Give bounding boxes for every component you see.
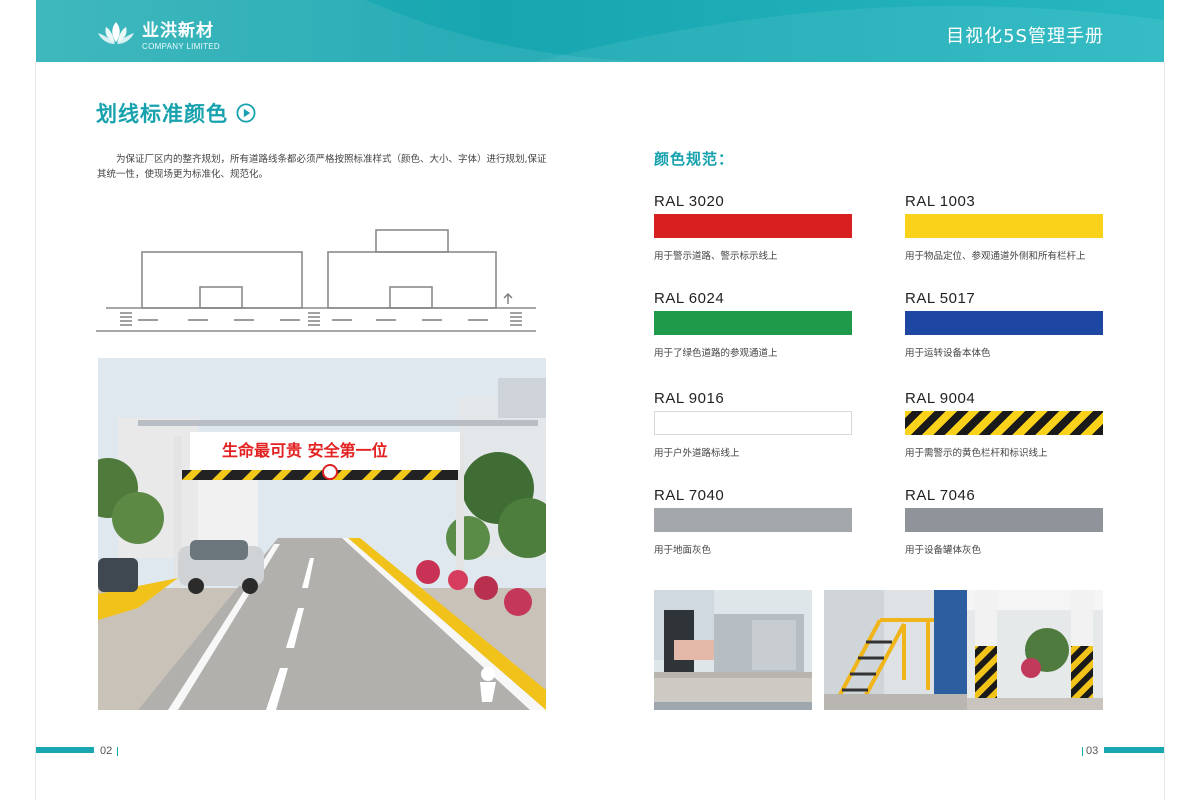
swatch-ral-6024: RAL 6024 用于了绿色道路的参观通道上 bbox=[654, 289, 854, 359]
lotus-logo-icon bbox=[98, 22, 134, 44]
road-photo-illustration: 生命最可贵 安全第一位 bbox=[98, 358, 546, 710]
color-swatch bbox=[905, 508, 1103, 532]
photo-yellow-stairs bbox=[824, 590, 982, 710]
photo-striped-pillars bbox=[967, 590, 1103, 710]
manual-title: 目视化5S管理手册 bbox=[946, 26, 1104, 47]
photo-equipment-tanks bbox=[654, 590, 812, 710]
color-swatch bbox=[905, 311, 1103, 335]
equipment-tanks-illustration bbox=[654, 590, 812, 710]
brand-subtitle: COMPANY LIMITED bbox=[142, 42, 220, 51]
swatch-ral-9016: RAL 9016 用于户外道路标线上 bbox=[654, 389, 854, 459]
striped-pillars-illustration bbox=[967, 590, 1103, 710]
swatch-description: 用于物品定位、参观通道外侧和所有栏杆上 bbox=[905, 251, 1086, 262]
footer-tick-left bbox=[117, 747, 118, 756]
page-edge-right bbox=[1164, 62, 1165, 800]
swatch-description: 用于需警示的黄色栏杆和标识线上 bbox=[905, 448, 1048, 459]
swatch-ral-3020: RAL 3020 用于警示道路、警示标示线上 bbox=[654, 192, 854, 262]
page-number-right: 03 bbox=[1086, 745, 1099, 757]
swatch-description: 用于地面灰色 bbox=[654, 545, 712, 556]
play-circle-icon bbox=[236, 103, 256, 123]
ral-code: RAL 7040 bbox=[654, 487, 725, 504]
ral-code: RAL 6024 bbox=[654, 290, 725, 307]
color-spec-title: 颜色规范： bbox=[654, 150, 735, 168]
swatch-description: 用于警示道路、警示标示线上 bbox=[654, 251, 778, 262]
road-marking-diagram bbox=[96, 229, 536, 332]
color-swatch bbox=[654, 214, 852, 238]
swatch-ral-7046: RAL 7046 用于设备罐体灰色 bbox=[905, 486, 1105, 556]
ral-code: RAL 9004 bbox=[905, 390, 976, 407]
swatch-ral-9004: RAL 9004 用于需警示的黄色栏杆和标识线上 bbox=[905, 389, 1105, 459]
footer-bar-left bbox=[36, 747, 94, 753]
page-edge-left bbox=[35, 62, 36, 800]
swatch-ral-1003: RAL 1003 用于物品定位、参观通道外侧和所有栏杆上 bbox=[905, 192, 1105, 262]
banner-text: 生命最可贵 安全第一位 bbox=[222, 441, 388, 460]
swatch-ral-7040: RAL 7040 用于地面灰色 bbox=[654, 486, 854, 556]
ral-code: RAL 1003 bbox=[905, 193, 976, 210]
color-swatch bbox=[905, 214, 1103, 238]
footer-tick-right bbox=[1082, 747, 1083, 756]
hazard-stripe-swatch bbox=[905, 411, 1103, 435]
header-band: 业洪新材 COMPANY LIMITED 目视化5S管理手册 bbox=[36, 0, 1164, 62]
color-swatch bbox=[654, 411, 852, 435]
swatch-description: 用于运转设备本体色 bbox=[905, 348, 991, 359]
ral-code: RAL 9016 bbox=[654, 390, 725, 407]
road-photo: 生命最可贵 安全第一位 bbox=[98, 358, 546, 710]
ral-code: RAL 5017 bbox=[905, 290, 976, 307]
brand: 业洪新材 COMPANY LIMITED bbox=[142, 16, 220, 51]
swatch-ral-5017: RAL 5017 用于运转设备本体色 bbox=[905, 289, 1105, 359]
swatch-description: 用于了绿色道路的参观通道上 bbox=[654, 348, 778, 359]
page-number-left: 02 bbox=[100, 745, 113, 757]
yellow-stairs-illustration bbox=[824, 590, 982, 710]
brand-name: 业洪新材 bbox=[142, 21, 214, 41]
intro-paragraph: 为保证厂区内的整齐规划，所有道路线条都必须严格按照标准样式（颜色、大小、字体）进… bbox=[97, 154, 547, 180]
color-swatch bbox=[654, 311, 852, 335]
swatch-description: 用于设备罐体灰色 bbox=[905, 545, 982, 556]
section-title: 划线标准颜色 bbox=[96, 102, 228, 126]
color-swatch bbox=[654, 508, 852, 532]
footer-bar-right bbox=[1104, 747, 1164, 753]
ral-code: RAL 7046 bbox=[905, 487, 976, 504]
swatch-description: 用于户外道路标线上 bbox=[654, 448, 740, 459]
ral-code: RAL 3020 bbox=[654, 193, 725, 210]
